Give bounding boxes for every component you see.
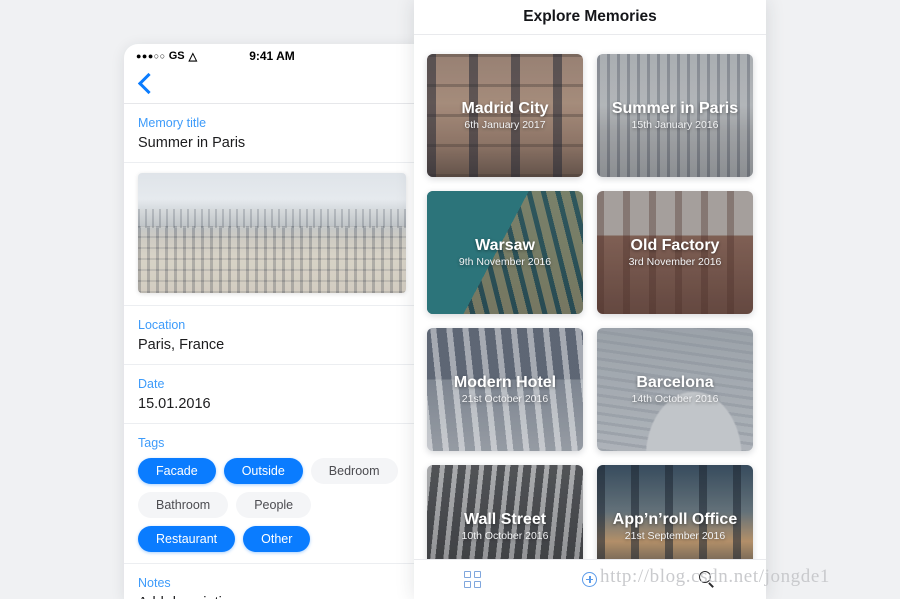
bottom-tabbar [414,559,766,599]
memory-card-caption: Modern Hotel21st October 2016 [427,374,583,406]
search-icon[interactable] [699,571,716,588]
tab-add[interactable] [531,572,648,587]
memory-card-caption: Old Factory3rd November 2016 [597,237,753,269]
memory-card-caption: Summer in Paris15th January 2016 [597,100,753,132]
memory-card-date: 3rd November 2016 [605,256,745,268]
memory-card-title: Old Factory [605,237,745,255]
memory-card-caption: Warsaw9th November 2016 [427,237,583,269]
field-date[interactable]: Date 15.01.2016 [124,365,420,424]
field-label: Location [138,318,406,332]
detail-navbar [124,64,420,104]
memory-card-title: Summer in Paris [605,100,745,118]
tag-chip[interactable]: Outside [224,458,303,484]
status-bar-clock: 9:41 AM [124,49,420,63]
memory-card-date: 6th January 2017 [435,119,575,131]
memory-photo-row[interactable] [124,163,420,306]
screenshot-root: ●●●○○ GS △ 9:41 AM Memory title Summer i… [0,0,900,599]
memory-card-title: App’n’roll Office [605,511,745,529]
memory-card-date: 14th October 2016 [605,393,745,405]
memory-card-title: Madrid City [435,100,575,118]
memory-card-title: Modern Hotel [435,374,575,392]
memory-card[interactable]: Summer in Paris15th January 2016 [597,54,753,177]
tag-chip[interactable]: Bedroom [311,458,398,484]
notes-placeholder: Add description [138,595,406,599]
memory-card-caption: Madrid City6th January 2017 [427,100,583,132]
memory-detail-screen: ●●●○○ GS △ 9:41 AM Memory title Summer i… [124,44,420,599]
field-memory-title[interactable]: Memory title Summer in Paris [124,104,420,163]
memory-card-date: 21st October 2016 [435,393,575,405]
memory-card-date: 15th January 2016 [605,119,745,131]
back-chevron-icon[interactable] [138,73,159,94]
tag-chip[interactable]: Bathroom [138,492,228,518]
memory-card[interactable]: Wall Street10th October 2016 [427,465,583,559]
tag-chip[interactable]: People [236,492,311,518]
memory-card[interactable]: Old Factory3rd November 2016 [597,191,753,314]
memory-card-date: 9th November 2016 [435,256,575,268]
field-value: 15.01.2016 [138,396,406,412]
memory-card-title: Wall Street [435,511,575,529]
status-bar: ●●●○○ GS △ 9:41 AM [124,44,420,64]
memory-card-date: 10th October 2016 [435,530,575,542]
tab-grid[interactable] [414,571,531,588]
memory-card-caption: Barcelona14th October 2016 [597,374,753,406]
memory-card-title: Barcelona [605,374,745,392]
memory-photo[interactable] [138,173,406,293]
memory-card-title: Warsaw [435,237,575,255]
page-title: Explore Memories [414,0,766,35]
memory-card[interactable]: Barcelona14th October 2016 [597,328,753,451]
plus-circle-icon[interactable] [582,572,597,587]
grid-icon[interactable] [464,571,481,588]
tag-chip[interactable]: Facade [138,458,216,484]
tag-list: Facade Outside Bedroom Bathroom PeopleRestau… [138,458,406,552]
tag-chip[interactable]: Other [243,526,310,552]
memory-card[interactable]: Madrid City6th January 2017 [427,54,583,177]
memories-scroll-area[interactable]: Madrid City6th January 2017 Summer in Par… [414,36,766,559]
field-location[interactable]: Location Paris, France [124,306,420,365]
memory-card[interactable]: Warsaw9th November 2016 [427,191,583,314]
field-value: Paris, France [138,337,406,353]
memory-card[interactable]: Modern Hotel21st October 2016 [427,328,583,451]
field-notes[interactable]: Notes Add description [124,564,420,599]
field-tags: Tags Facade Outside Bedroom Bathroom PeopleR… [124,424,420,564]
memories-grid: Madrid City6th January 2017 Summer in Par… [427,54,753,559]
field-label: Notes [138,576,406,590]
tab-search[interactable] [649,571,766,588]
field-label: Memory title [138,116,406,130]
field-value: Summer in Paris [138,135,406,151]
memory-card[interactable]: App’n’roll Office21st September 2016 [597,465,753,559]
explore-memories-screen: Explore Memories Madrid City6th January … [414,0,766,599]
field-label: Date [138,377,406,391]
memory-card-date: 21st September 2016 [605,530,745,542]
tag-chip[interactable]: Restaurant [138,526,235,552]
field-label: Tags [138,436,406,450]
memory-card-caption: Wall Street10th October 2016 [427,511,583,543]
memory-card-caption: App’n’roll Office21st September 2016 [597,511,753,543]
